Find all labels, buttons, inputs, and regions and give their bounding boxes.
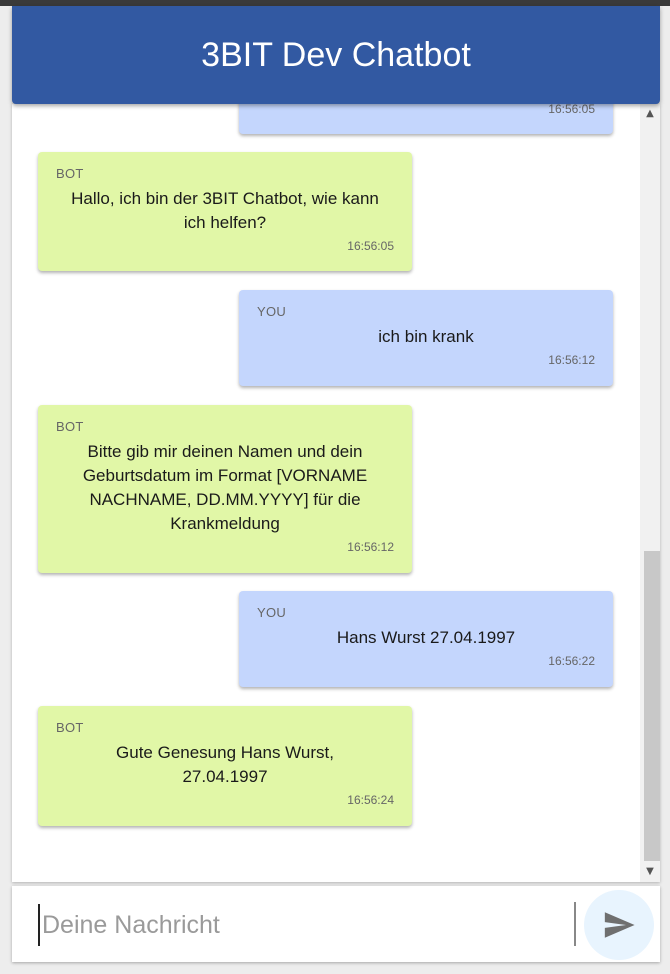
message-list[interactable]: 16:56:05 BOT Hallo, ich bin der 3BIT Cha… xyxy=(12,104,660,882)
message-sender: BOT xyxy=(56,166,84,181)
message-time: 16:56:05 xyxy=(548,104,595,116)
scrollbar[interactable]: ▲ ▼ xyxy=(640,104,660,882)
scrollbar-thumb[interactable] xyxy=(644,551,660,861)
message-text: Hans Wurst 27.04.1997 xyxy=(336,628,516,647)
message-text: ich bin krank xyxy=(378,327,474,346)
message-bubble-you: 16:56:05 xyxy=(239,104,613,134)
send-icon xyxy=(604,912,635,938)
message-time: 16:56:24 xyxy=(347,793,394,807)
chat-header: 3BIT Dev Chatbot xyxy=(12,6,660,104)
message-sender: YOU xyxy=(257,605,287,620)
message-input-bar xyxy=(12,886,660,962)
message-text: Gute Genesung Hans Wurst, 27.04.1997 xyxy=(116,743,334,786)
message-bubble-bot: BOT Hallo, ich bin der 3BIT Chatbot, wie… xyxy=(38,152,412,271)
message-bubble-you: YOU Hans Wurst 27.04.1997 16:56:22 xyxy=(239,591,613,687)
input-divider xyxy=(574,902,576,946)
message-text: Hallo, ich bin der 3BIT Chatbot, wie kan… xyxy=(71,189,379,232)
message-bubble-bot: BOT Bitte gib mir deinen Namen und dein … xyxy=(38,405,412,573)
send-button[interactable] xyxy=(584,890,654,960)
message-sender: BOT xyxy=(56,720,84,735)
chat-title: 3BIT Dev Chatbot xyxy=(201,35,471,74)
scroll-down-arrow-icon[interactable]: ▼ xyxy=(640,864,660,880)
message-time: 16:56:12 xyxy=(347,540,394,554)
message-sender: YOU xyxy=(257,304,287,319)
message-text: Bitte gib mir deinen Namen und dein Gebu… xyxy=(82,442,368,533)
message-time: 16:56:22 xyxy=(548,654,595,668)
message-input[interactable] xyxy=(38,904,574,946)
scroll-up-arrow-icon[interactable]: ▲ xyxy=(640,106,660,122)
message-time: 16:56:12 xyxy=(548,353,595,367)
message-sender: BOT xyxy=(56,419,84,434)
message-bubble-bot: BOT Gute Genesung Hans Wurst, 27.04.1997… xyxy=(38,706,412,826)
message-bubble-you: YOU ich bin krank 16:56:12 xyxy=(239,290,613,386)
message-time: 16:56:05 xyxy=(347,239,394,253)
